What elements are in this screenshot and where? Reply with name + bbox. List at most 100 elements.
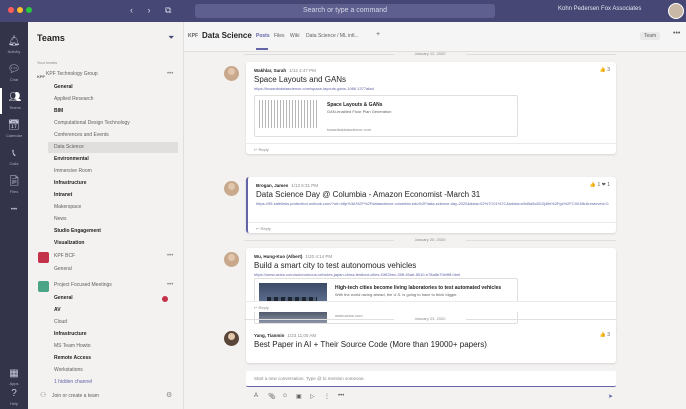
reactions[interactable]: 👍 1 ❤ 1 — [590, 182, 610, 188]
rail-activity[interactable]: 🔔︎ Activity — [0, 32, 28, 58]
tab-wiki[interactable]: Wiki — [290, 33, 299, 39]
tab-data-science-ml[interactable]: Data Science / ML intl... — [306, 33, 359, 39]
rail-calls[interactable]: 📞︎ Calls — [0, 144, 28, 170]
channel-environmental[interactable]: Environmental — [48, 154, 178, 165]
channel-workstations[interactable]: Workstations — [48, 365, 178, 376]
praise-icon[interactable]: ⋮ — [324, 393, 330, 400]
channel-intranet[interactable]: Intranet — [48, 190, 178, 201]
settings-gear-icon[interactable]: ⚙ — [166, 390, 172, 402]
giphy-icon[interactable]: ▣ — [296, 393, 302, 400]
channel-data-science[interactable]: Data Science — [48, 142, 178, 153]
meet-icon[interactable]: ▷ — [310, 393, 315, 400]
compose-input[interactable]: Start a new conversation. Type @ to ment… — [246, 371, 616, 387]
attach-icon[interactable]: 📎︎ — [268, 393, 276, 400]
channel-makerspace[interactable]: Makerspace — [48, 202, 178, 213]
more-options-icon[interactable]: ••• — [167, 250, 173, 262]
send-icon[interactable]: ➤ — [608, 393, 613, 400]
join-team-row[interactable]: ⚇ Join or create a team ⚙ — [34, 390, 180, 402]
rail-files[interactable]: 📄︎ Files — [0, 172, 28, 198]
channel-header: KPF Data Science Posts Files Wiki Data S… — [184, 22, 686, 52]
post-subject: Data Science Day @ Columbia - Amazon Eco… — [256, 190, 481, 199]
team-project-focused-meetings[interactable]: Project Focused Meetings ••• — [34, 279, 180, 293]
profile-avatar[interactable] — [668, 3, 684, 19]
channel-conferences[interactable]: Conferences and Events — [48, 130, 178, 141]
post-author: Wakhlar, Sarah 1/12 4:47 PM — [254, 68, 316, 73]
post-link[interactable]: https://towardsdatascience.com/space-lay… — [254, 86, 610, 92]
navigation-arrows[interactable]: ‹ › ⧉ — [130, 5, 177, 16]
section-caption: Your teams — [37, 60, 58, 65]
team-name: KPF BCF — [54, 253, 76, 259]
avatar[interactable] — [224, 181, 239, 196]
tab-posts[interactable]: Posts — [256, 33, 270, 39]
reactions[interactable]: 👍 3 — [600, 332, 610, 338]
channel-general[interactable]: General — [48, 264, 178, 275]
post-time: 1/20 4:14 PM — [305, 254, 333, 259]
alert-badge — [162, 296, 168, 302]
close-window-icon[interactable] — [8, 7, 14, 13]
add-tab-button[interactable]: + — [376, 31, 380, 38]
rail-help[interactable]: ? Help — [0, 384, 28, 409]
rail-calendar[interactable]: 📅︎ Calendar — [0, 116, 28, 142]
reactions[interactable]: 👍 3 — [600, 67, 610, 73]
channel-ms-team-howto[interactable]: MS Team Howto — [48, 341, 178, 352]
emoji-icon[interactable]: ☺ — [282, 393, 288, 399]
channel-bim[interactable]: BIM — [48, 106, 178, 117]
channel-applied-research[interactable]: Applied Research — [48, 94, 178, 105]
more-options-icon[interactable]: ••• — [167, 68, 173, 80]
hidden-channels-link[interactable]: 1 hidden channel — [48, 377, 178, 388]
channel-studio-engagement[interactable]: Studio Engagement — [48, 226, 178, 237]
more-options-icon[interactable]: ••• — [673, 30, 680, 37]
avatar[interactable] — [224, 331, 239, 346]
reply-button[interactable]: ↩ Reply — [246, 301, 616, 312]
compose-toolbar: A 📎︎ ☺ ▣ ▷ ⋮ ••• ➤ — [246, 393, 616, 403]
team-button[interactable]: Team — [640, 32, 661, 40]
post-data-science-day: Brogan, James 1/13 5:31 PM Data Science D… — [246, 177, 616, 233]
post-author: Wu, Hung-Kuo (Albert) 1/20 4:14 PM — [254, 254, 333, 259]
post-time: 1/12 4:47 PM — [289, 68, 316, 73]
rail-teams[interactable]: 👥︎ Teams — [0, 88, 28, 114]
card-url: towardsdatascience.com — [327, 127, 372, 132]
format-icon[interactable]: A — [254, 393, 258, 399]
more-options-icon[interactable]: ••• — [167, 279, 173, 291]
maximize-window-icon[interactable] — [26, 7, 32, 13]
calls-icon: 📞︎ — [12, 148, 16, 159]
help-icon: ? — [11, 388, 17, 399]
org-switcher[interactable]: Kohn Pedersen Fox Associates — [558, 6, 641, 12]
link-preview-card[interactable]: Space Layouts & GANs GAN-enabled Floor P… — [254, 95, 518, 137]
avatar[interactable] — [224, 66, 239, 81]
filter-icon[interactable]: ⏷ — [168, 33, 174, 43]
tab-files[interactable]: Files — [274, 33, 285, 39]
date-divider: January 12, 2020 — [244, 50, 616, 58]
rail-chat[interactable]: 💬︎ Chat — [0, 60, 28, 86]
channel-visualization[interactable]: Visualization — [48, 238, 178, 249]
more-icon: ••• — [10, 207, 18, 213]
channel-general[interactable]: General — [48, 293, 178, 304]
minimize-window-icon[interactable] — [17, 7, 23, 13]
avatar[interactable] — [224, 252, 239, 267]
channel-computational-design[interactable]: Computational Design Technology — [48, 118, 178, 129]
channel-immersive-room[interactable]: Immersive Room — [48, 166, 178, 177]
date-divider: January 20, 2020 — [244, 236, 616, 244]
channel-infrastructure[interactable]: Infrastructure — [48, 329, 178, 340]
channel-remote-access[interactable]: Remote Access — [48, 353, 178, 364]
post-link[interactable]: https://95.safelinks.protection.outlook.… — [256, 201, 612, 213]
team-kpf-bcf[interactable]: KPF BCF ••• — [34, 250, 180, 264]
team-kpf-technology-group[interactable]: KPF KPF Technology Group ••• — [34, 68, 180, 80]
rail-more[interactable]: ••• — [0, 200, 28, 226]
reply-button[interactable]: ↩ Reply — [246, 143, 616, 154]
preview-thumbnail — [259, 100, 319, 128]
post-subject: Best Paper in AI + Their Source Code (Mo… — [254, 340, 487, 349]
teams-icon: 👥︎ — [8, 92, 22, 103]
post-author: Yang, Tianmin 1/23 11:00 AM — [254, 333, 317, 338]
channel-infrastructure[interactable]: Infrastructure — [48, 178, 178, 189]
channel-cloud[interactable]: Cloud — [48, 317, 178, 328]
channel-general[interactable]: General — [48, 82, 178, 93]
reply-button[interactable]: ↩ Reply — [248, 222, 616, 233]
team-abbr: KPF — [188, 33, 198, 39]
search-input[interactable]: Search or type a command — [195, 4, 495, 18]
more-options-icon[interactable]: ••• — [338, 393, 344, 399]
channel-view: KPF Data Science Posts Files Wiki Data S… — [184, 22, 686, 409]
channel-av[interactable]: AV — [48, 305, 178, 316]
apps-icon: ▦ — [9, 368, 19, 379]
channel-news[interactable]: News — [48, 214, 178, 225]
